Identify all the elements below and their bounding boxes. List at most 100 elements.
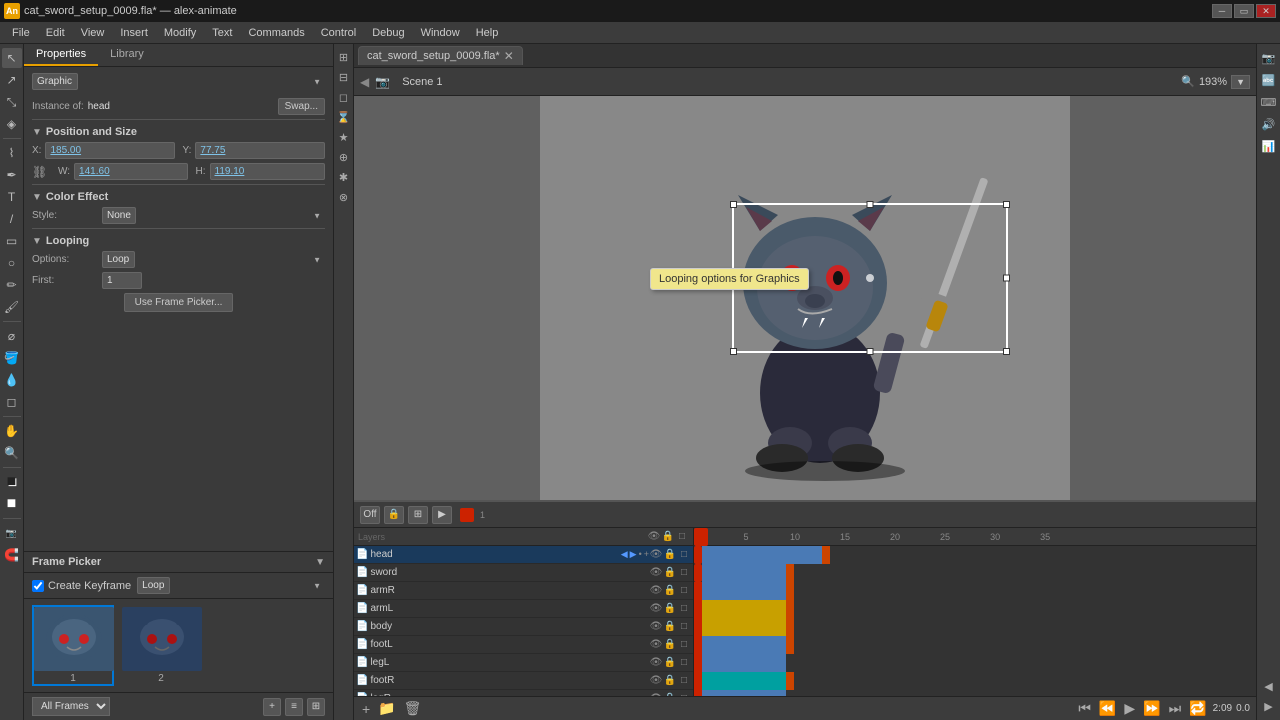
layer-eye-armL[interactable]: 👁 — [649, 602, 663, 616]
timeline-frames[interactable]: 1 5 10 15 20 25 30 — [694, 528, 1256, 696]
layer-eye-footL[interactable]: 👁 — [649, 638, 663, 652]
gradient-tool[interactable]: ◈ — [2, 114, 22, 134]
eyedropper-tool[interactable]: 💧 — [2, 370, 22, 390]
symbol-type-dropdown[interactable]: Graphic — [32, 73, 78, 90]
frame-thumb-1[interactable]: 1 — [32, 605, 114, 686]
maximize-button[interactable]: ▭ — [1234, 4, 1254, 18]
right-tool-5[interactable]: 📊 — [1259, 136, 1279, 156]
play-back-button[interactable]: ⏮ — [1076, 698, 1093, 719]
loop-select-wrap[interactable]: Loop — [137, 577, 325, 594]
tab-properties[interactable]: Properties — [24, 44, 98, 66]
fp-list-btn[interactable]: ≡ — [285, 698, 303, 716]
pencil-tool[interactable]: ✏ — [2, 275, 22, 295]
camera-tool[interactable]: 📷 — [2, 523, 22, 543]
brush-tool[interactable]: 🖌 — [2, 297, 22, 317]
mid-tool-1[interactable]: ⊞ — [335, 48, 353, 66]
mid-tool-5[interactable]: ★ — [335, 128, 353, 146]
mid-tool-3[interactable]: ◻ — [335, 88, 353, 106]
layer-row-armL[interactable]: 📄 armL 👁 🔒 □ — [354, 600, 693, 618]
menu-text[interactable]: Text — [204, 25, 240, 41]
close-button[interactable]: ✕ — [1256, 4, 1276, 18]
layer-lock-armL[interactable]: 🔒 — [663, 602, 677, 616]
eye-header-icon[interactable]: 👁 — [647, 530, 661, 544]
first-input[interactable] — [102, 272, 142, 289]
style-select-wrap[interactable]: None — [102, 207, 325, 224]
hand-tool[interactable]: ✋ — [2, 421, 22, 441]
zoom-dropdown-button[interactable]: ▼ — [1231, 75, 1250, 89]
swap-button[interactable]: Swap... — [278, 98, 325, 115]
layer-row-body[interactable]: 📄 body 👁 🔒 □ — [354, 618, 693, 636]
layer-eye-armR[interactable]: 👁 — [649, 584, 663, 598]
layer-box-footR[interactable]: □ — [677, 674, 691, 688]
loop-dropdown[interactable]: Loop — [137, 577, 170, 594]
right-tool-3[interactable]: ⌨ — [1259, 92, 1279, 112]
layer-row-head[interactable]: 📄 head ◀ ▶ • + 👁 🔒 □ — [354, 546, 693, 564]
looping-header[interactable]: ▼ Looping — [32, 235, 325, 247]
mid-tool-6[interactable]: ⊕ — [335, 148, 353, 166]
menu-debug[interactable]: Debug — [364, 25, 412, 41]
tl-lock-btn[interactable]: 🔒 — [384, 506, 404, 524]
menu-edit[interactable]: Edit — [38, 25, 73, 41]
canvas-tab-close-icon[interactable]: ✕ — [504, 49, 514, 63]
layer-row-footR[interactable]: 📄 footR 👁 🔒 □ — [354, 672, 693, 690]
layer-eye-legL[interactable]: 👁 — [649, 656, 663, 670]
right-tool-2[interactable]: 🔤 — [1259, 70, 1279, 90]
layer-lock-head[interactable]: 🔒 — [663, 548, 677, 562]
mid-tool-8[interactable]: ⊗ — [335, 188, 353, 206]
menu-window[interactable]: Window — [413, 25, 468, 41]
fp-add-btn[interactable]: + — [263, 698, 281, 716]
text-tool[interactable]: T — [2, 187, 22, 207]
layer-lock-footR[interactable]: 🔒 — [663, 674, 677, 688]
y-value[interactable]: 77.75 — [195, 142, 325, 159]
all-frames-select[interactable]: All Frames — [32, 697, 110, 716]
layer-next-icon-head[interactable]: ▶ — [630, 549, 637, 560]
back-arrow-icon[interactable]: ◀ — [360, 75, 369, 89]
pen-tool[interactable]: ✒ — [2, 165, 22, 185]
selection-tool[interactable]: ↖ — [2, 48, 22, 68]
create-keyframe-checkbox[interactable] — [32, 580, 44, 592]
tab-library[interactable]: Library — [98, 44, 156, 66]
mid-tool-7[interactable]: ✱ — [335, 168, 353, 186]
position-size-header[interactable]: ▼ Position and Size — [32, 126, 325, 138]
layer-eye-head[interactable]: 👁 — [649, 548, 663, 562]
layer-lock-sword[interactable]: 🔒 — [663, 566, 677, 580]
frame-picker-collapse-icon[interactable]: ▼ — [315, 557, 325, 568]
canvas-file-tab[interactable]: cat_sword_setup_0009.fla* ✕ — [358, 46, 523, 65]
box-header-icon[interactable]: □ — [675, 530, 689, 544]
x-value[interactable]: 185.00 — [45, 142, 174, 159]
h-value[interactable]: 119.10 — [210, 163, 326, 180]
bone-tool[interactable]: ⌀ — [2, 326, 22, 346]
eraser-tool[interactable]: ◻ — [2, 392, 22, 412]
use-frame-picker-button[interactable]: Use Frame Picker... — [124, 293, 234, 312]
oval-tool[interactable]: ○ — [2, 253, 22, 273]
layer-lock-body[interactable]: 🔒 — [663, 620, 677, 634]
symbol-type-select-wrap[interactable]: Graphic — [32, 73, 325, 90]
zoom-tool[interactable]: 🔍 — [2, 443, 22, 463]
minimize-button[interactable]: ─ — [1212, 4, 1232, 18]
canvas-main[interactable]: Looping options for Graphics — [354, 96, 1256, 500]
layer-lock-armR[interactable]: 🔒 — [663, 584, 677, 598]
delete-layer-button[interactable]: 🗑 — [402, 698, 424, 719]
rectangle-tool[interactable]: ▭ — [2, 231, 22, 251]
add-layer-button[interactable]: + — [360, 699, 372, 719]
lasso-tool[interactable]: ⌇ — [2, 143, 22, 163]
layer-box-head[interactable]: □ — [677, 548, 691, 562]
layer-box-body[interactable]: □ — [677, 620, 691, 634]
stroke-color[interactable]: ■ — [2, 472, 22, 492]
layer-box-footL[interactable]: □ — [677, 638, 691, 652]
right-bottom-2[interactable]: ▶ — [1259, 696, 1279, 716]
layer-lock-footL[interactable]: 🔒 — [663, 638, 677, 652]
layer-lock-legL[interactable]: 🔒 — [663, 656, 677, 670]
menu-insert[interactable]: Insert — [112, 25, 156, 41]
mid-tool-4[interactable]: ⌛ — [335, 108, 353, 126]
right-tool-4[interactable]: 🔊 — [1259, 114, 1279, 134]
layer-box-armL[interactable]: □ — [677, 602, 691, 616]
layer-eye-sword[interactable]: 👁 — [649, 566, 663, 580]
layer-dot-head[interactable]: • — [639, 549, 642, 560]
add-folder-button[interactable]: 📁 — [376, 698, 397, 719]
frame-thumb-2[interactable]: 2 — [120, 605, 202, 686]
right-bottom-1[interactable]: ◀ — [1259, 676, 1279, 696]
subselection-tool[interactable]: ↗ — [2, 70, 22, 90]
layer-row-armR[interactable]: 📄 armR 👁 🔒 □ — [354, 582, 693, 600]
play-pause-button[interactable]: ▶ — [1122, 698, 1137, 719]
